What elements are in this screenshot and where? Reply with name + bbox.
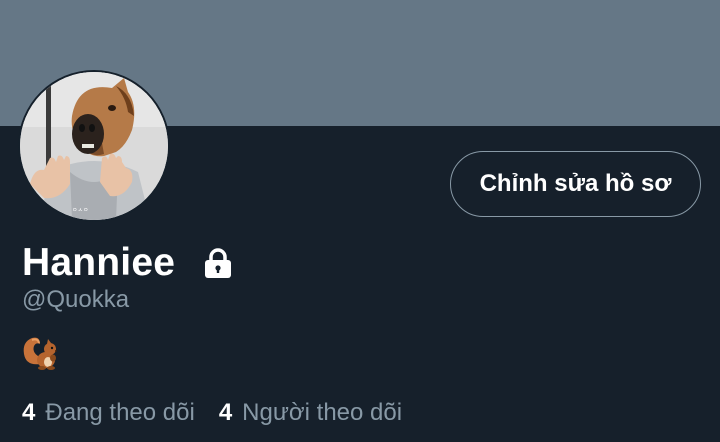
followers-count: 4 xyxy=(218,399,233,426)
following-stat[interactable]: 4 Đang theo dõi xyxy=(22,399,195,427)
display-name-row: Hanniee xyxy=(22,238,233,288)
horse-mask-avatar-icon: ㅇㅅㅇ xyxy=(20,72,168,220)
followers-stat[interactable]: 4 Người theo dõi xyxy=(219,399,402,427)
following-label: Đang theo dõi xyxy=(45,399,195,426)
avatar[interactable]: ㅇㅅㅇ xyxy=(18,70,170,222)
avatar-image: ㅇㅅㅇ xyxy=(20,72,168,220)
bio-squirrel-emoji xyxy=(20,332,60,372)
svg-text:ㅇㅅㅇ: ㅇㅅㅇ xyxy=(72,208,89,214)
username: @Quokka xyxy=(22,286,130,313)
lock-icon xyxy=(203,247,233,279)
display-name: Hanniee xyxy=(22,241,176,284)
following-count: 4 xyxy=(22,399,36,426)
follow-stats: 4 Đang theo dõi 4 Người theo dõi xyxy=(22,396,402,430)
squirrel-emoji-icon xyxy=(23,337,57,370)
followers-label: Người theo dõi xyxy=(242,399,403,426)
edit-profile-button[interactable]: Chỉnh sửa hồ sơ xyxy=(450,151,701,217)
